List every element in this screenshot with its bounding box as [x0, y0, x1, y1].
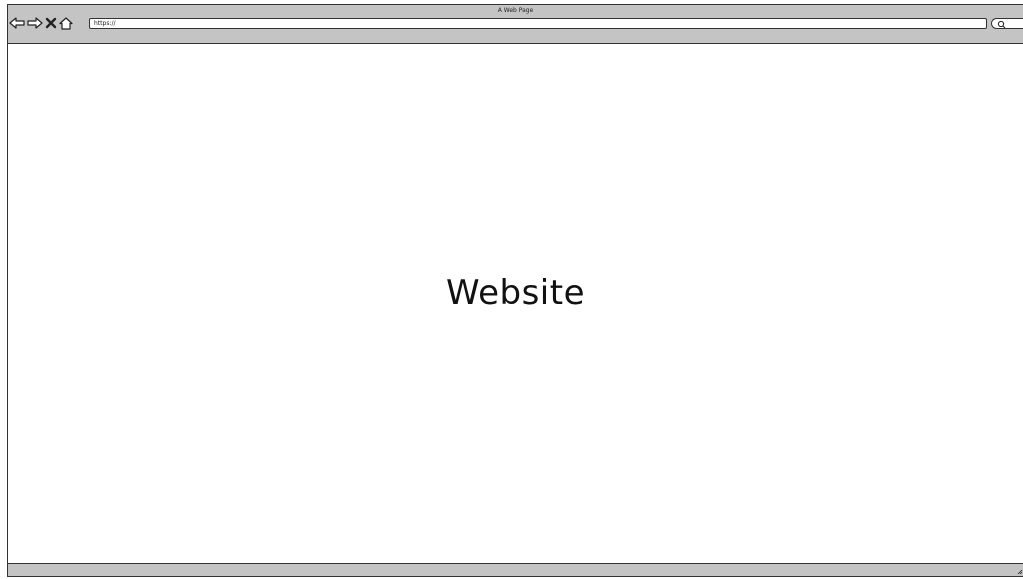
- address-bar[interactable]: https://: [89, 18, 987, 29]
- home-icon: [59, 16, 73, 30]
- back-button[interactable]: [9, 17, 25, 29]
- search-button[interactable]: [991, 18, 1023, 29]
- browser-toolbar: A Web Page https://: [8, 5, 1023, 44]
- browser-window: A Web Page https:// Website: [7, 4, 1023, 577]
- nav-buttons: [9, 15, 75, 31]
- home-button[interactable]: [59, 16, 73, 30]
- forward-button[interactable]: [27, 17, 43, 29]
- search-icon: [997, 20, 1006, 29]
- page-content: Website: [8, 44, 1023, 565]
- arrow-right-icon: [27, 17, 43, 29]
- page-headline: Website: [445, 273, 586, 313]
- window-title: A Web Page: [497, 7, 534, 14]
- stop-button[interactable]: [45, 17, 57, 29]
- resize-grip-icon[interactable]: [1017, 569, 1023, 575]
- arrow-left-icon: [9, 17, 25, 29]
- close-icon: [45, 17, 57, 29]
- status-bar: [8, 563, 1023, 576]
